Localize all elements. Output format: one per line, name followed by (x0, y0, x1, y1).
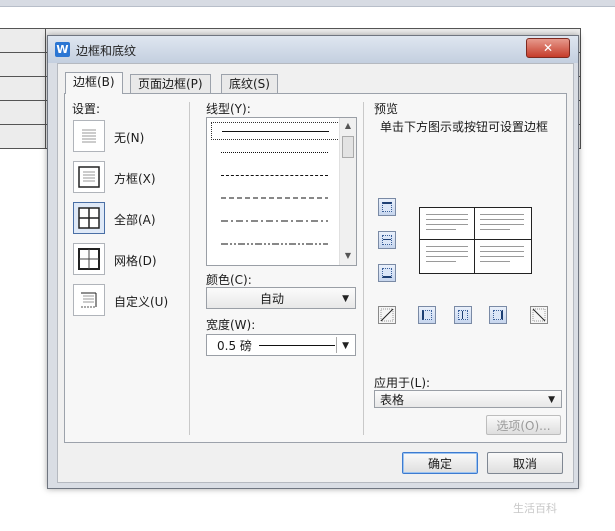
scroll-down-icon[interactable]: ▼ (340, 249, 356, 263)
preview-hint: 单击下方图示或按钮可设置边框 (380, 120, 549, 134)
chevron-down-icon: ▼ (342, 341, 349, 351)
diagonal-up-icon (380, 308, 394, 322)
settings-label: 设置: (72, 102, 101, 116)
options-button[interactable]: 选项(O)... (486, 415, 561, 435)
line-style-label: 线型(Y): (206, 102, 251, 116)
tab-shading[interactable]: 底纹(S) (221, 74, 278, 93)
ribbon-edge (0, 0, 615, 7)
setting-none[interactable]: 无(N) (73, 120, 183, 156)
apply-to-select[interactable]: 表格 ▼ (374, 390, 562, 408)
preview-table[interactable] (419, 207, 532, 274)
bottom-border-button[interactable] (378, 264, 396, 282)
line-style-list[interactable]: ▲ ▼ (206, 117, 357, 266)
chevron-down-icon: ▼ (548, 395, 555, 405)
all-borders-icon (73, 202, 105, 234)
cancel-button[interactable]: 取消 (487, 452, 563, 474)
box-border-icon (73, 161, 105, 193)
setting-custom-label: 自定义(U) (114, 295, 169, 309)
width-select[interactable]: 0.5 磅 ▼ (206, 334, 356, 356)
tab-page-borders[interactable]: 页面边框(P) (130, 74, 211, 93)
preview-label: 预览 (374, 102, 399, 116)
setting-box-label: 方框(X) (114, 172, 156, 186)
setting-grid-label: 网格(D) (114, 254, 157, 268)
none-border-icon (73, 120, 105, 152)
setting-none-label: 无(N) (114, 131, 145, 145)
line-style-dashed-short[interactable] (211, 167, 338, 183)
left-border-icon (422, 310, 432, 320)
setting-grid[interactable]: 网格(D) (73, 243, 183, 279)
top-border-button[interactable] (378, 198, 396, 216)
wps-app-icon: W (55, 42, 70, 57)
watermark: 生活百科 (513, 502, 557, 515)
scroll-thumb[interactable] (342, 136, 354, 158)
apply-to-value: 表格 (380, 393, 405, 407)
dialog-body: 边框(B) 页面边框(P) 底纹(S) 设置: 无(N) 方框(X) 全部(A)… (57, 63, 574, 483)
line-style-dotted[interactable] (211, 144, 338, 160)
left-border-button[interactable] (418, 306, 436, 324)
apply-to-label: 应用于(L): (374, 376, 431, 390)
custom-border-icon (73, 284, 105, 316)
diagonal-down-icon (532, 308, 546, 322)
setting-box[interactable]: 方框(X) (73, 161, 183, 197)
inside-vertical-border-icon (458, 310, 468, 320)
right-border-button[interactable] (489, 306, 507, 324)
color-label: 颜色(C): (206, 273, 252, 287)
color-select[interactable]: 自动 ▼ (206, 287, 356, 309)
setting-custom[interactable]: 自定义(U) (73, 284, 183, 320)
width-line-sample (259, 345, 335, 346)
chevron-down-icon: ▼ (342, 294, 349, 304)
width-value: 0.5 磅 (217, 339, 252, 353)
scroll-up-icon[interactable]: ▲ (340, 119, 356, 133)
diagonal-down-border-button[interactable] (530, 306, 548, 324)
setting-all[interactable]: 全部(A) (73, 202, 183, 238)
line-style-solid[interactable] (211, 122, 340, 140)
inside-horizontal-border-icon (382, 235, 392, 245)
diagonal-up-border-button[interactable] (378, 306, 396, 324)
column-divider (189, 102, 190, 435)
dialog-titlebar[interactable]: W 边框和底纹 ✕ (48, 36, 578, 63)
line-style-dash-dot-dot[interactable] (211, 236, 338, 252)
column-divider (363, 102, 364, 435)
tab-borders[interactable]: 边框(B) (65, 72, 123, 94)
right-border-icon (493, 310, 503, 320)
line-style-scrollbar[interactable]: ▲ ▼ (339, 118, 356, 265)
table-col-line (45, 28, 46, 149)
ok-button[interactable]: 确定 (402, 452, 478, 474)
line-style-dash-dot[interactable] (211, 213, 338, 229)
close-icon: ✕ (542, 41, 554, 55)
color-value: 自动 (259, 292, 284, 306)
inside-horizontal-border-button[interactable] (378, 231, 396, 249)
bottom-border-icon (382, 268, 392, 278)
top-border-icon (382, 202, 392, 212)
width-label: 宽度(W): (206, 318, 256, 332)
inside-vertical-border-button[interactable] (454, 306, 472, 324)
table-col-line (580, 28, 581, 149)
grid-border-icon (73, 243, 105, 275)
dialog-title: 边框和底纹 (76, 44, 137, 58)
borders-shading-dialog: W 边框和底纹 ✕ 边框(B) 页面边框(P) 底纹(S) 设置: 无(N) 方… (47, 35, 579, 489)
setting-all-label: 全部(A) (114, 213, 156, 227)
close-button[interactable]: ✕ (526, 38, 570, 58)
line-style-dashed[interactable] (211, 190, 338, 206)
